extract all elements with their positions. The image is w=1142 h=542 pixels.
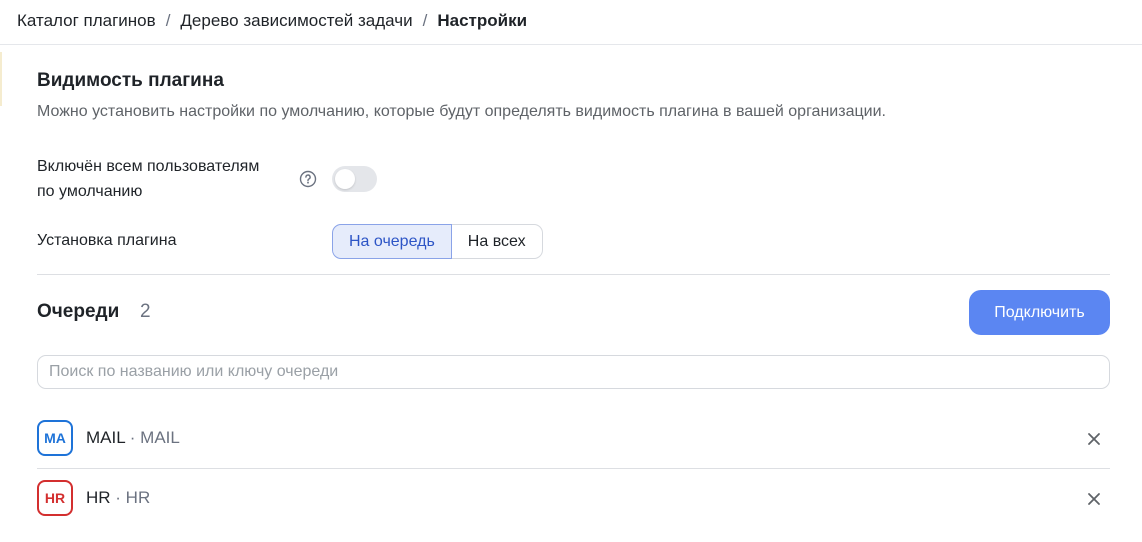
breadcrumb-separator: / <box>165 11 171 30</box>
queues-title: Очереди <box>37 301 120 322</box>
breadcrumb-plugin-catalog[interactable]: Каталог плагинов <box>17 11 156 30</box>
queue-name: HR · HR <box>86 488 150 508</box>
toggle-knob <box>335 169 355 189</box>
breadcrumb: Каталог плагинов / Дерево зависимостей зад… <box>17 11 527 31</box>
section-divider <box>37 274 1110 275</box>
queue-key: · HR <box>115 488 151 507</box>
visibility-title: Видимость плагина <box>37 70 224 91</box>
queues-count: 2 <box>140 301 151 322</box>
default-enabled-label-line1: Включён всем пользователям <box>37 158 260 175</box>
close-icon[interactable] <box>1086 491 1102 507</box>
queue-name-text: HR <box>86 488 111 507</box>
queue-row-hr: HR HR · HR <box>37 469 1110 528</box>
default-enabled-label: Включён всем пользователям по умолчанию <box>37 154 297 204</box>
breadcrumb-settings: Настройки <box>437 11 528 30</box>
queue-name: MAIL · MAIL <box>86 428 180 448</box>
breadcrumb-separator: / <box>422 11 428 30</box>
queue-key: · MAIL <box>129 428 180 447</box>
queue-badge: HR <box>37 480 73 516</box>
accent-line <box>0 52 2 106</box>
queue-search-input[interactable] <box>37 355 1110 389</box>
connect-button[interactable]: Подключить <box>969 290 1110 335</box>
close-icon[interactable] <box>1086 431 1102 447</box>
queue-badge: MA <box>37 420 73 456</box>
top-bar: Каталог плагинов / Дерево зависимостей зад… <box>0 0 1142 45</box>
install-option-queue[interactable]: На очередь <box>332 224 452 259</box>
question-circle-icon[interactable] <box>299 170 317 188</box>
install-label: Установка плагина <box>37 232 177 249</box>
queue-row-mail: MA MAIL · MAIL <box>37 409 1110 468</box>
visibility-description: Можно установить настройки по умолчанию,… <box>37 103 886 120</box>
queue-name-text: MAIL <box>86 428 126 447</box>
install-segmented-control: На очередь На всех <box>332 224 543 259</box>
install-option-all[interactable]: На всех <box>451 224 543 259</box>
default-enabled-toggle[interactable] <box>332 166 377 192</box>
default-enabled-label-line2: по умолчанию <box>37 183 143 200</box>
breadcrumb-dependency-tree[interactable]: Дерево зависимостей задачи <box>180 11 412 30</box>
